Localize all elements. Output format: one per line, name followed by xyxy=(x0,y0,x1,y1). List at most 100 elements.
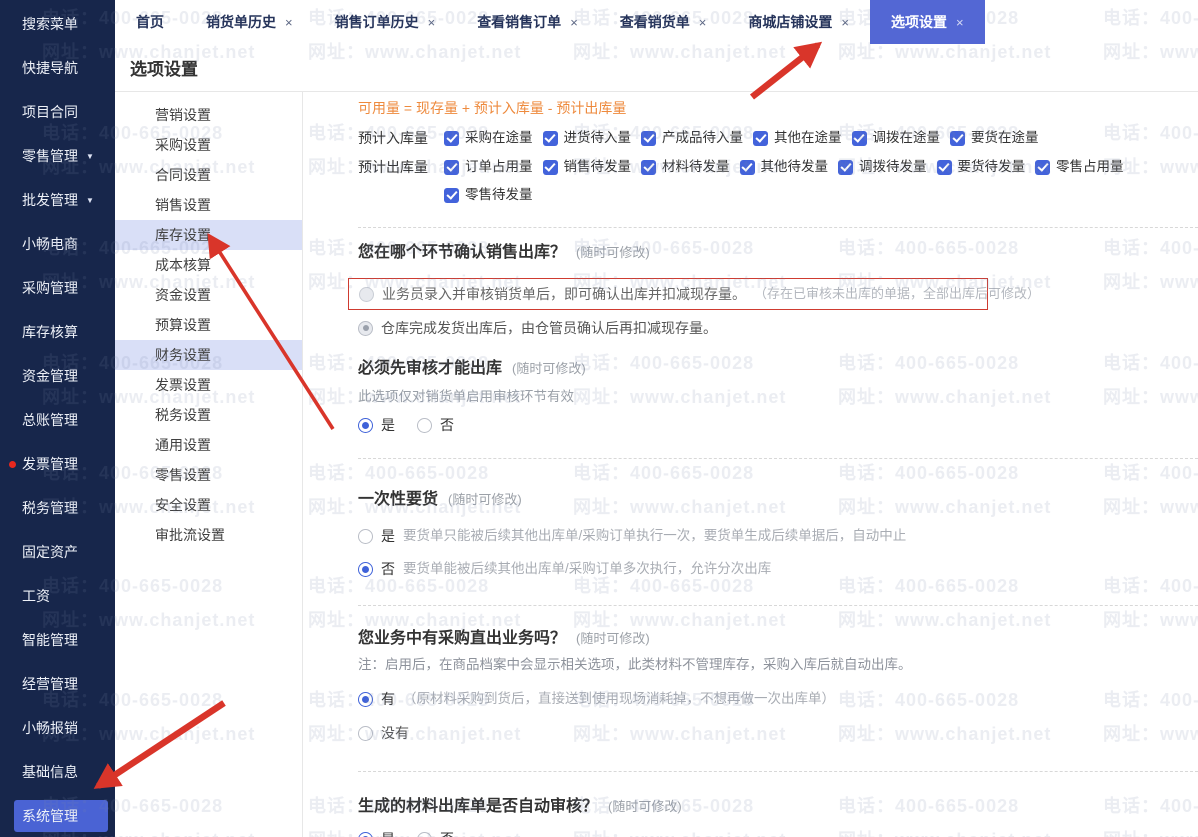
inbound-label: 预计入库量 xyxy=(358,130,428,146)
settings-nav-purchase[interactable]: 采购设置 xyxy=(115,130,302,160)
radio-direct-purchase-no[interactable]: 没有 xyxy=(358,723,1198,743)
close-icon[interactable]: × xyxy=(841,15,849,30)
inbound-row: 预计入库量 采购在途量 进货待入量 产成品待入量 其他在途量 调拨在途量 要货在… xyxy=(358,128,1198,148)
radio-unselected-icon xyxy=(359,286,374,302)
sidebar-item-retail-mgmt[interactable]: 零售管理 ▼ xyxy=(0,134,115,178)
section-one-time-requisition: 一次性要货 (随时可修改) xyxy=(358,491,522,508)
checkbox-purchase-in-transit[interactable]: 采购在途量 xyxy=(444,128,533,148)
checkbox-checked-icon xyxy=(1035,159,1050,175)
settings-nav-cost-accounting[interactable]: 成本核算 xyxy=(115,250,302,280)
sidebar-item-smart-mgmt[interactable]: 智能管理 xyxy=(0,618,115,662)
radio-unselected-icon xyxy=(358,725,373,741)
tab-home[interactable]: 首页 xyxy=(115,0,185,44)
sidebar-item-funds-mgmt[interactable]: 资金管理 xyxy=(0,354,115,398)
close-icon[interactable]: × xyxy=(956,15,964,30)
radio-selected-icon xyxy=(358,831,373,837)
checkbox-checked-icon xyxy=(542,159,558,175)
checkbox-checked-icon xyxy=(444,187,459,203)
close-icon[interactable]: × xyxy=(285,15,293,30)
checkbox-finished-goods-pending[interactable]: 产成品待入量 xyxy=(641,128,743,148)
checkbox-material-pending-ship[interactable]: 材料待发量 xyxy=(641,157,730,177)
section-audit-before-outbound: 必须先审核才能出库 (随时可修改) xyxy=(358,360,586,377)
settings-nav-inventory[interactable]: 库存设置 xyxy=(115,220,302,250)
checkbox-sales-pending-ship[interactable]: 销售待发量 xyxy=(542,157,631,177)
audit-radio-group: 是 否 xyxy=(358,415,1198,435)
sidebar-item-general-ledger[interactable]: 总账管理 xyxy=(0,398,115,442)
tab-option-settings[interactable]: 选项设置 × xyxy=(869,0,985,44)
tab-sales-order-history[interactable]: 销售订单历史 × xyxy=(314,0,457,44)
settings-nav-retail[interactable]: 零售设置 xyxy=(115,460,302,490)
separator xyxy=(358,605,1198,606)
checkbox-checked-icon xyxy=(753,130,768,146)
radio-selected-icon xyxy=(358,561,373,577)
checkbox-checked-icon xyxy=(444,130,459,146)
checkbox-retail-pending-ship[interactable]: 零售待发量 xyxy=(444,185,533,205)
checkbox-retail-occupied[interactable]: 零售占用量 xyxy=(1035,157,1124,177)
radio-yes[interactable]: 是 xyxy=(358,415,395,435)
app-area: 首页 销货单历史 × 销售订单历史 × 查看销售订单 × 查看销货单 × 商城店铺设置 ×… xyxy=(115,0,1198,837)
settings-nav-contract[interactable]: 合同设置 xyxy=(115,160,302,190)
tab-view-sales-order[interactable]: 查看销售订单 × xyxy=(456,0,599,44)
section-auto-audit-material-outbound: 生成的材料出库单是否自动审核？ (随时可修改) xyxy=(358,798,682,815)
sidebar-item-payroll[interactable]: 工资 xyxy=(0,574,115,618)
settings-nav-funds[interactable]: 资金设置 xyxy=(115,280,302,310)
checkbox-requisition-in-transit[interactable]: 要货在途量 xyxy=(950,128,1039,148)
sidebar-menu: 搜索菜单 快捷导航 项目合同 零售管理 ▼ 批发管理 ▼ 小畅电商 采购管理 库存核… xyxy=(0,0,115,837)
checkbox-transfer-pending-ship[interactable]: 调拨待发量 xyxy=(838,157,927,177)
chevron-down-icon: ▼ xyxy=(86,151,94,161)
checkbox-other-pending-ship[interactable]: 其他待发量 xyxy=(739,157,828,177)
content-row: 营销设置 采购设置 合同设置 销售设置 库存设置 成本核算 资金设置 预算设置 … xyxy=(115,92,1198,837)
radio-one-time-no[interactable]: 否 要货单能被后续其他出库单/采购订单多次执行，允许分次出库 xyxy=(358,559,1198,579)
tab-sales-bill-history[interactable]: 销货单历史 × xyxy=(185,0,314,44)
checkbox-other-in-transit[interactable]: 其他在途量 xyxy=(753,128,842,148)
settings-nav-finance[interactable]: 财务设置 xyxy=(115,340,302,370)
settings-nav-budget[interactable]: 预算设置 xyxy=(115,310,302,340)
section-note: 此选项仅对销货单启用审核环节有效 xyxy=(358,389,574,404)
radio-direct-purchase-yes[interactable]: 有 （原材料采购到货后，直接送到使用现场消耗掉，不想再做一次出库单） xyxy=(358,689,1198,709)
radio-selected-icon xyxy=(358,320,373,336)
radio-one-time-yes[interactable]: 是 要货单只能被后续其他出库单/采购订单执行一次，要货单生成后续单据后，自动中止 xyxy=(358,526,1198,546)
notification-dot xyxy=(9,460,16,468)
settings-nav-tax[interactable]: 税务设置 xyxy=(115,400,302,430)
radio-no[interactable]: 否 xyxy=(417,829,454,837)
sidebar-item-project-contract[interactable]: 项目合同 xyxy=(0,90,115,134)
settings-nav-general[interactable]: 通用设置 xyxy=(115,430,302,460)
radio-option-confirm-on-audit[interactable]: 业务员录入并审核销货单后，即可确认出库并扣减现存量。 （存在已审核未出库的单据，… xyxy=(358,284,1040,304)
sidebar-item-business-mgmt[interactable]: 经营管理 xyxy=(0,662,115,706)
close-icon[interactable]: × xyxy=(699,15,707,30)
radio-selected-icon xyxy=(358,417,373,433)
sidebar-item-purchase-mgmt[interactable]: 采购管理 xyxy=(0,266,115,310)
settings-nav-approval-flow[interactable]: 审批流设置 xyxy=(115,520,302,550)
settings-nav-invoice[interactable]: 发票设置 xyxy=(115,370,302,400)
checkbox-order-occupied[interactable]: 订单占用量 xyxy=(444,157,533,177)
sidebar-item-search-menu[interactable]: 搜索菜单 xyxy=(0,2,115,46)
checkbox-transfer-in-transit[interactable]: 调拨在途量 xyxy=(851,128,940,148)
checkbox-incoming-pending[interactable]: 进货待入量 xyxy=(542,128,631,148)
radio-no[interactable]: 否 xyxy=(417,415,454,435)
tab-mall-shop-settings[interactable]: 商城店铺设置 × xyxy=(727,0,870,44)
sidebar-item-invoice-mgmt[interactable]: 发票管理 xyxy=(0,442,115,486)
sidebar-item-fixed-assets[interactable]: 固定资产 xyxy=(0,530,115,574)
radio-option-confirm-on-warehouse[interactable]: 仓库完成发货出库后，由仓管员确认后再扣减现存量。 xyxy=(358,318,1198,338)
sidebar-item-expense[interactable]: 小畅报销 xyxy=(0,706,115,750)
sidebar-item-tax-mgmt[interactable]: 税务管理 xyxy=(0,486,115,530)
settings-nav-marketing[interactable]: 营销设置 xyxy=(115,100,302,130)
sidebar-item-inventory-accounting[interactable]: 库存核算 xyxy=(0,310,115,354)
close-icon[interactable]: × xyxy=(570,15,578,30)
tab-view-sales-bill[interactable]: 查看销货单 × xyxy=(599,0,728,44)
section-note: 注：启用后，在商品档案中会显示相关选项，此类材料不管理库存，采购入库后就自动出库… xyxy=(358,657,912,672)
checkbox-checked-icon xyxy=(641,130,656,146)
checkbox-requisition-pending-ship[interactable]: 要货待发量 xyxy=(936,157,1025,177)
radio-unselected-icon xyxy=(358,528,373,544)
sidebar-item-ecommerce[interactable]: 小畅电商 xyxy=(0,222,115,266)
sidebar-item-basic-info[interactable]: 基础信息 xyxy=(0,750,115,794)
sidebar-item-wholesale-mgmt[interactable]: 批发管理 ▼ xyxy=(0,178,115,222)
sidebar-item-quick-nav[interactable]: 快捷导航 xyxy=(0,46,115,90)
outbound-extra-row: 零售待发量 xyxy=(358,185,1198,205)
radio-yes[interactable]: 是 xyxy=(358,829,395,837)
settings-nav-security[interactable]: 安全设置 xyxy=(115,490,302,520)
settings-nav-sales[interactable]: 销售设置 xyxy=(115,190,302,220)
checkbox-checked-icon xyxy=(936,159,952,175)
sidebar-item-system-mgmt[interactable]: 系统管理 xyxy=(0,794,115,837)
close-icon[interactable]: × xyxy=(428,15,436,30)
